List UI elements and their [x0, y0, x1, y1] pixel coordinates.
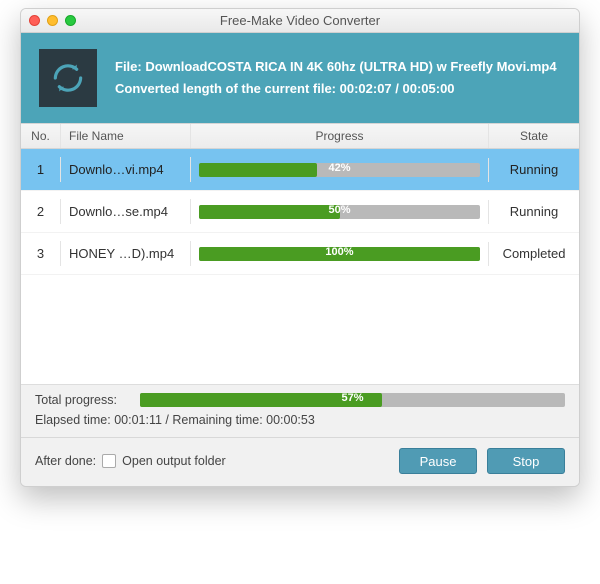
row-state: Running	[489, 199, 579, 224]
bottom-bar: After done: Open output folder Pause Sto…	[35, 448, 565, 474]
row-filename: HONEY …D).mp4	[61, 241, 191, 266]
after-done-label: After done:	[35, 454, 96, 468]
divider	[21, 437, 579, 438]
row-progress: 50%	[191, 200, 489, 224]
row-progress: 100%	[191, 242, 489, 266]
row-progress: 42%	[191, 158, 489, 182]
open-output-checkbox[interactable]	[102, 454, 116, 468]
table-row[interactable]: 2Downlo…se.mp4 50% Running	[21, 191, 579, 233]
col-no: No.	[21, 124, 61, 148]
status-banner: File: DownloadCOSTA RICA IN 4K 60hz (ULT…	[21, 33, 579, 123]
convert-icon	[39, 49, 97, 107]
table-row[interactable]: 1Downlo…vi.mp4 42% Running	[21, 149, 579, 191]
row-state: Running	[489, 157, 579, 182]
stop-button[interactable]: Stop	[487, 448, 565, 474]
total-progress-label: Total progress:	[35, 393, 130, 407]
app-window: Free-Make Video Converter File: Download…	[20, 8, 580, 487]
row-progress-pct: 50%	[199, 204, 480, 216]
pause-button[interactable]: Pause	[399, 448, 477, 474]
row-filename: Downlo…vi.mp4	[61, 157, 191, 182]
row-no: 1	[21, 157, 61, 182]
total-progress-bar: 57%	[140, 393, 565, 407]
row-no: 3	[21, 241, 61, 266]
banner-text: File: DownloadCOSTA RICA IN 4K 60hz (ULT…	[115, 56, 557, 100]
time-label: Elapsed time: 00:01:11 / Remaining time:…	[35, 413, 565, 427]
row-progress-pct: 100%	[199, 246, 480, 258]
col-state: State	[489, 124, 579, 148]
current-file-label: File: DownloadCOSTA RICA IN 4K 60hz (ULT…	[115, 56, 557, 78]
total-progress-row: Total progress: 57%	[35, 393, 565, 407]
titlebar: Free-Make Video Converter	[21, 9, 579, 33]
row-progress-pct: 42%	[199, 162, 480, 174]
total-progress-pct: 57%	[140, 392, 565, 404]
window-title: Free-Make Video Converter	[21, 13, 579, 28]
row-state: Completed	[489, 241, 579, 266]
table-row[interactable]: 3HONEY …D).mp4 100% Completed	[21, 233, 579, 275]
table-header: No. File Name Progress State	[21, 123, 579, 149]
table-empty-area	[21, 275, 579, 385]
file-table: No. File Name Progress State 1Downlo…vi.…	[21, 123, 579, 385]
open-output-label: Open output folder	[122, 454, 226, 468]
footer: Total progress: 57% Elapsed time: 00:01:…	[21, 385, 579, 486]
current-length-label: Converted length of the current file: 00…	[115, 78, 557, 100]
row-filename: Downlo…se.mp4	[61, 199, 191, 224]
col-progress: Progress	[191, 124, 489, 148]
row-no: 2	[21, 199, 61, 224]
col-filename: File Name	[61, 124, 191, 148]
